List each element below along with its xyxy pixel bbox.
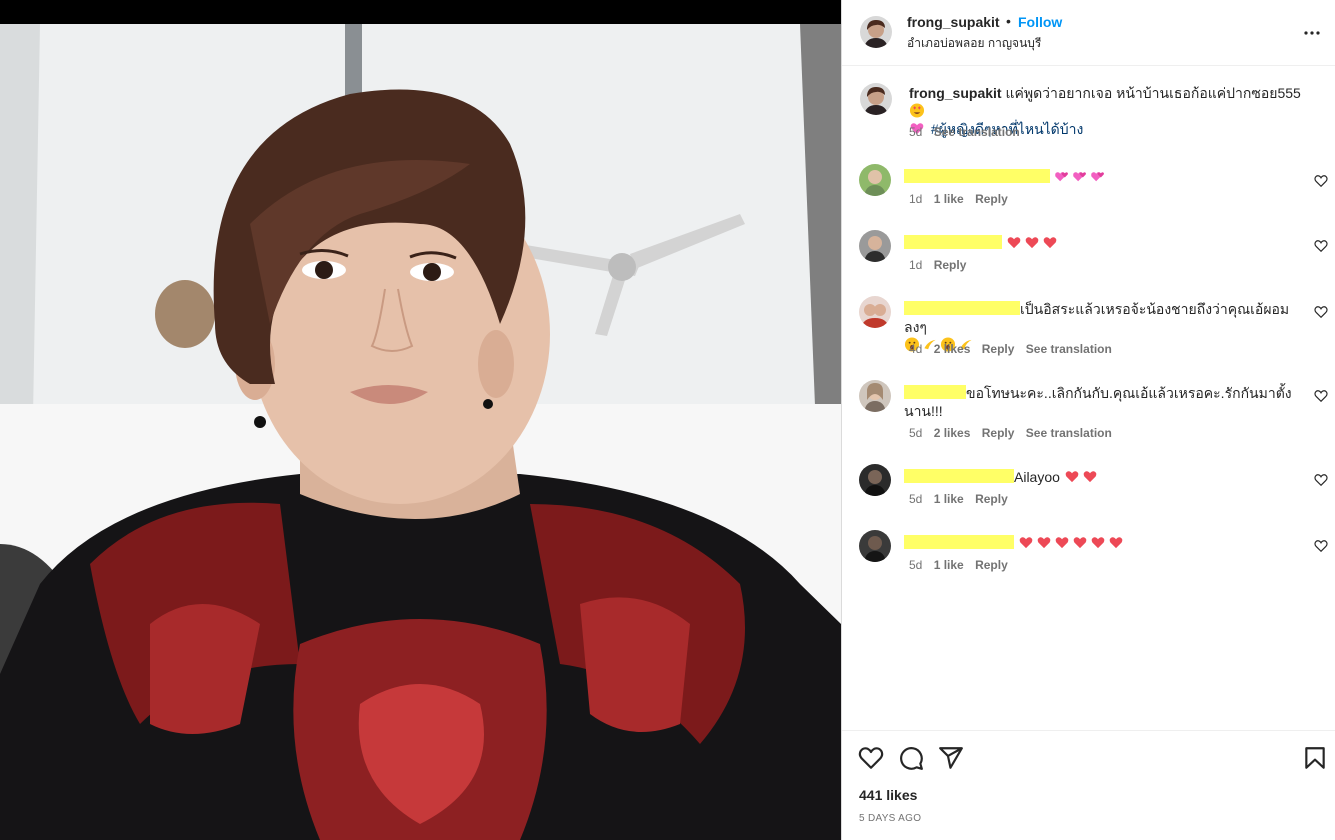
more-horizontal-icon[interactable] (1300, 21, 1324, 45)
comment-avatar[interactable] (859, 230, 891, 262)
see-translation-link[interactable]: See translation (1026, 426, 1112, 440)
heart-icon[interactable] (858, 745, 884, 771)
comment-text-block (904, 234, 1304, 252)
follow-button[interactable]: Follow (1018, 14, 1062, 30)
likes-count[interactable]: 441 likes (859, 787, 917, 803)
post-location[interactable]: อำเภอบ่อพลอย กาญจนบุรี (907, 34, 1041, 53)
comment-item: 1d Reply (842, 230, 1335, 290)
caption-avatar[interactable] (860, 83, 892, 115)
comment-text-block: ขอโทษนะคะ..เลิกกันกับ.คุณเอ้แล้วเหรอคะ.ร… (904, 384, 1304, 420)
redacted-username (904, 169, 1050, 183)
comment-text-block (904, 534, 1304, 552)
red-heart-emoji-icon (1083, 471, 1097, 483)
red-heart-emoji-icon (1043, 237, 1057, 249)
comment-icon[interactable] (898, 745, 924, 771)
reply-button[interactable]: Reply (975, 192, 1008, 206)
comment-heart-icon[interactable] (1314, 539, 1328, 553)
revolving-hearts-emoji-icon (1073, 172, 1086, 182)
red-heart-emoji-icon (1109, 537, 1123, 549)
reply-button[interactable]: Reply (975, 558, 1008, 572)
comment-age: 1d (909, 192, 923, 206)
see-translation-link[interactable]: See translation (1026, 342, 1112, 356)
reply-button[interactable]: Reply (975, 492, 1008, 506)
comment-age: 5d (909, 492, 923, 506)
caption-age: 5d (909, 125, 923, 139)
redacted-username (904, 301, 1020, 315)
author-username[interactable]: frong_supakit (907, 14, 1000, 30)
red-heart-emoji-icon (1055, 537, 1069, 549)
red-heart-emoji-icon (1037, 537, 1051, 549)
post-photo[interactable] (0, 24, 841, 840)
reply-button[interactable]: Reply (982, 426, 1015, 440)
comment-item: เป็นอิสระแล้วเหรอจ้ะน้องชายถึงว่าคุณเอ้ผ… (842, 296, 1335, 366)
post-header: frong_supakit • Follow อำเภอบ่อพลอย กาญจ… (842, 0, 1335, 66)
comment-heart-icon[interactable] (1314, 174, 1328, 188)
share-icon[interactable] (938, 745, 964, 771)
comment-age: 4d (909, 342, 923, 356)
comment-meta: 1d Reply (909, 258, 966, 272)
selfie-image (0, 24, 841, 840)
author-avatar[interactable] (860, 16, 892, 48)
comment-avatar[interactable] (859, 530, 891, 562)
comment-item: 5d 1 like Reply (842, 530, 1335, 590)
revolving-hearts-emoji-icon (1091, 172, 1104, 182)
caption-username[interactable]: frong_supakit (909, 85, 1002, 101)
comment-likes[interactable]: 2 likes (934, 426, 971, 440)
comment-age: 5d (909, 426, 923, 440)
post-actions: 441 likes 5 DAYS AGO (842, 730, 1335, 840)
post-media[interactable] (0, 0, 841, 840)
comment-avatar[interactable] (859, 464, 891, 496)
bookmark-icon[interactable] (1302, 745, 1328, 771)
comment-meta: 5d 2 likes Reply See translation (909, 426, 1112, 440)
comment-age: 5d (909, 558, 923, 572)
redacted-username (904, 385, 966, 399)
comment-meta: 1d 1 like Reply (909, 192, 1008, 206)
comment-age: 1d (909, 258, 923, 272)
red-heart-emoji-icon (1073, 537, 1087, 549)
comment-likes[interactable]: 1 like (934, 558, 964, 572)
caption-meta: 5d See translation (909, 125, 1020, 139)
redacted-username (904, 535, 1014, 549)
comment-heart-icon[interactable] (1314, 305, 1328, 319)
revolving-hearts-emoji-icon (1055, 172, 1068, 182)
comment-likes[interactable]: 2 likes (934, 342, 971, 356)
comment-heart-icon[interactable] (1314, 473, 1328, 487)
redacted-username (904, 469, 1014, 483)
post-side-panel: frong_supakit • Follow อำเภอบ่อพลอย กาญจ… (841, 0, 1335, 840)
red-heart-emoji-icon (1091, 537, 1105, 549)
comment-text-block (904, 168, 1304, 186)
red-heart-emoji-icon (1065, 471, 1079, 483)
reply-button[interactable]: Reply (934, 258, 967, 272)
post-date: 5 DAYS AGO (859, 813, 922, 824)
comment-meta: 5d 1 like Reply (909, 558, 1008, 572)
see-translation-link[interactable]: See translation (934, 125, 1020, 139)
red-heart-emoji-icon (1019, 537, 1033, 549)
comment-avatar[interactable] (859, 296, 891, 328)
comment-likes[interactable]: 1 like (934, 192, 964, 206)
heart-eyes-emoji-icon (909, 103, 925, 118)
comment-item: ขอโทษนะคะ..เลิกกันกับ.คุณเอ้แล้วเหรอคะ.ร… (842, 380, 1335, 450)
reply-button[interactable]: Reply (982, 342, 1015, 356)
red-heart-emoji-icon (1025, 237, 1039, 249)
redacted-username (904, 235, 1002, 249)
comment-item: 1d 1 like Reply (842, 164, 1335, 224)
comment-meta: 5d 1 like Reply (909, 492, 1008, 506)
comment-likes[interactable]: 1 like (934, 492, 964, 506)
comment-meta: 4d 2 likes Reply See translation (909, 342, 1112, 356)
post-caption: frong_supakit แค่พูดว่าอยากเจอ หน้าบ้านเ… (842, 78, 1335, 148)
caption-text: แค่พูดว่าอยากเจอ หน้าบ้านเธอก้อแค่ปากซอย… (1005, 85, 1301, 101)
comment-heart-icon[interactable] (1314, 239, 1328, 253)
red-heart-emoji-icon (1007, 237, 1021, 249)
comment-item: Ailayoo 5d 1 like Reply (842, 464, 1335, 524)
separator-dot: • (1006, 13, 1011, 29)
comment-text: Ailayoo (1014, 469, 1060, 485)
comment-avatar[interactable] (859, 380, 891, 412)
comment-heart-icon[interactable] (1314, 389, 1328, 403)
comment-avatar[interactable] (859, 164, 891, 196)
comment-text-block: Ailayoo (904, 468, 1304, 486)
